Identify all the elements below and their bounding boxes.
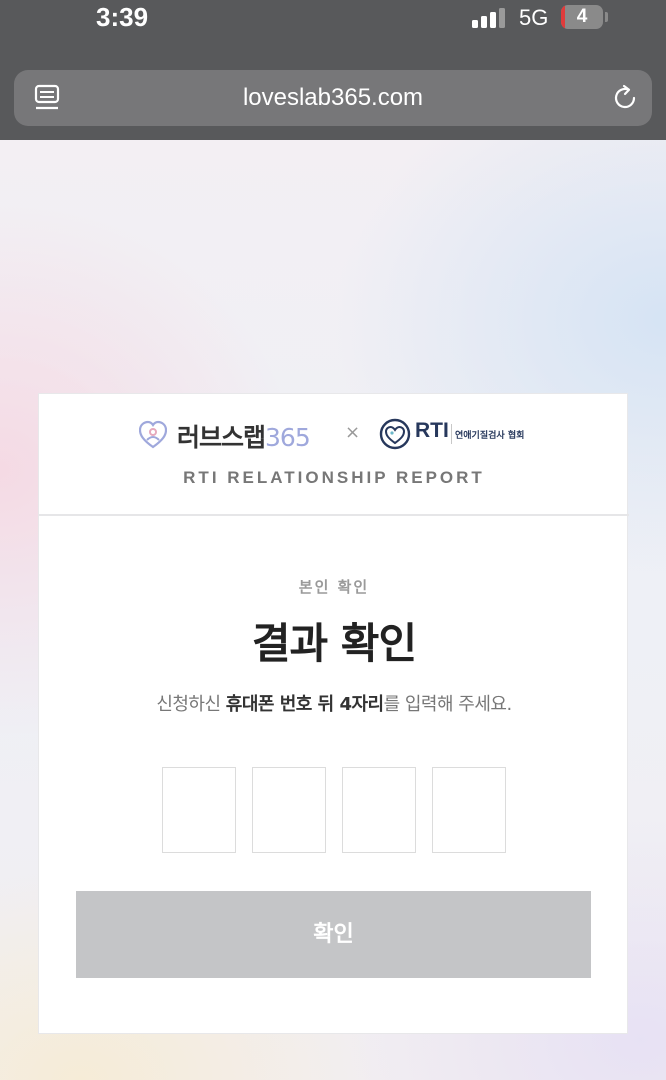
identity-eyebrow: 본인 확인 (298, 578, 370, 596)
verification-card: 러브스랩365 × RTI 연애기질검사 협회 RTI RELATIONSHIP… (38, 393, 629, 1034)
rti-logo-icon (379, 418, 411, 450)
instruction-text: 신청하신 휴대폰 번호 뒤 4자리를 입력해 주세요. (156, 694, 512, 715)
rti-org-name: 연애기질검사 협회 (455, 431, 525, 441)
digit-input-1[interactable] (162, 767, 236, 853)
digit-input-4[interactable] (432, 767, 506, 853)
page-background: 러브스랩365 × RTI 연애기질검사 협회 RTI RELATIONSHIP… (0, 140, 666, 1080)
lovelab-logo-icon (139, 420, 167, 449)
digit-input-2[interactable] (252, 767, 326, 853)
rti-brand: RTI (415, 419, 449, 442)
address-bar[interactable]: loveslab365.com (14, 70, 652, 126)
logo-row: 러브스랩365 × RTI 연애기질검사 협회 (39, 416, 629, 456)
cellular-signal-icon (472, 8, 508, 28)
battery-icon: 4 (561, 5, 603, 29)
network-type: 5G (519, 5, 549, 30)
page-title: 결과 확인 (251, 619, 417, 668)
battery-level: 4 (576, 6, 588, 27)
digit-input-3[interactable] (342, 767, 416, 853)
phone-digit-inputs (162, 767, 506, 855)
confirm-button[interactable]: 확인 (76, 891, 591, 978)
browser-chrome: 3:39 5G 4 loveslab365.com (0, 0, 666, 140)
card-header: 러브스랩365 × RTI 연애기질검사 협회 RTI RELATIONSHIP… (39, 394, 629, 516)
collab-times: × (345, 422, 361, 443)
status-bar: 3:39 5G 4 (0, 0, 666, 44)
status-time: 3:39 (96, 2, 149, 32)
url-text[interactable]: loveslab365.com (14, 70, 652, 126)
reload-icon[interactable] (610, 83, 640, 113)
lovelab-brand: 러브스랩365 (177, 423, 311, 452)
report-title: RTI RELATIONSHIP REPORT (183, 468, 485, 487)
